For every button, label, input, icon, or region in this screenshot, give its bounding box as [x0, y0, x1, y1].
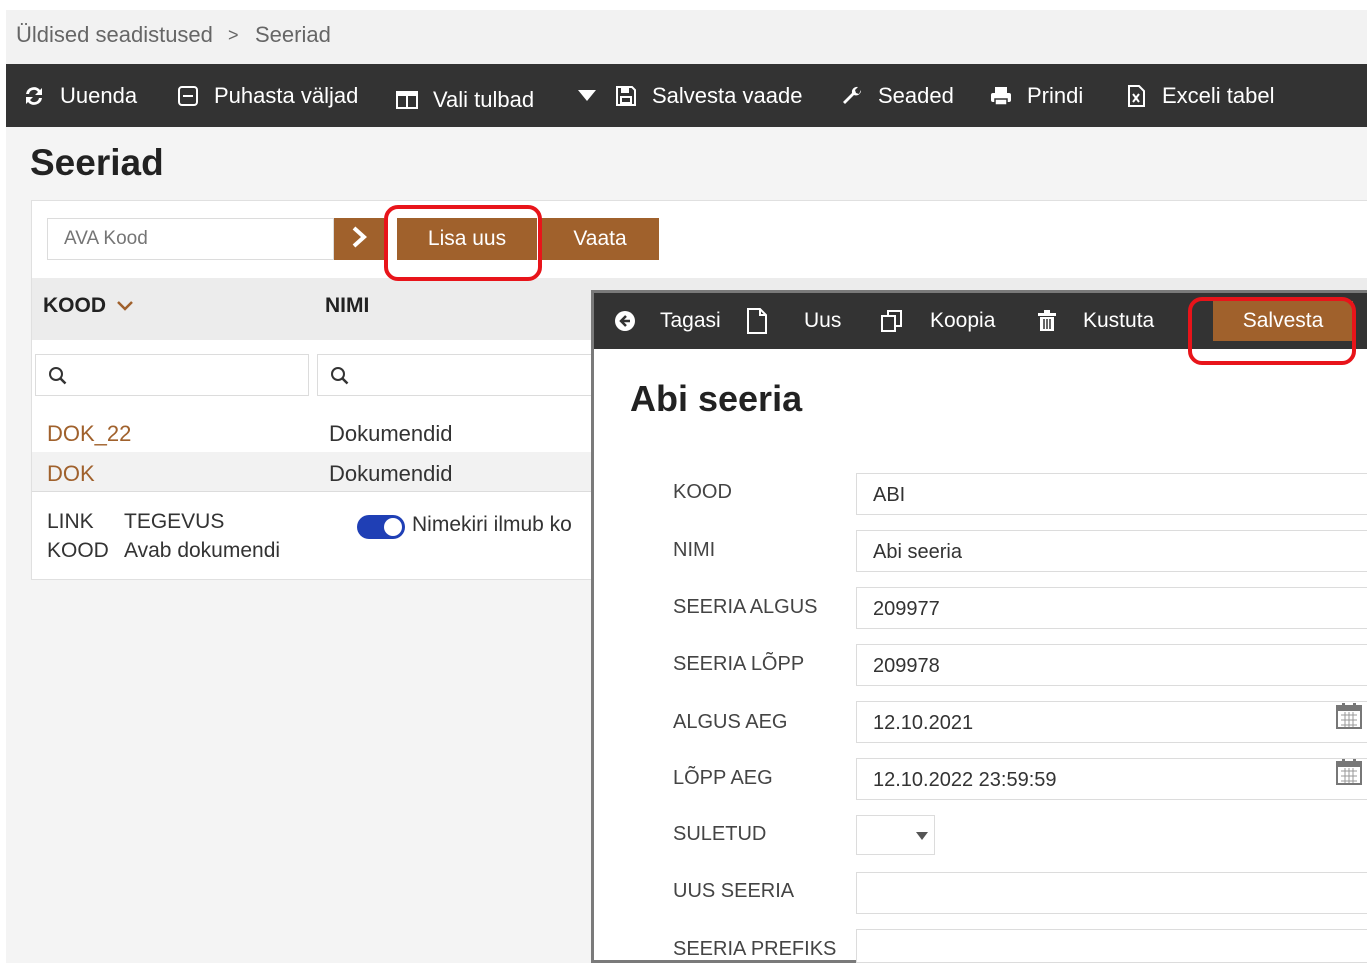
- arrow-left-circle-icon: [615, 311, 635, 331]
- field-label-closed: SULETUD: [673, 823, 767, 845]
- column-header-code[interactable]: KOOD: [43, 294, 134, 318]
- print-button[interactable]: Prindi: [989, 64, 1083, 127]
- excel-export-label: Exceli tabel: [1162, 82, 1275, 108]
- page-title: Seeriad: [30, 142, 164, 183]
- new-file-icon: [747, 308, 767, 334]
- toggle-knob: [384, 518, 402, 536]
- copy-button[interactable]: Koopia: [880, 293, 995, 349]
- legend-code-label: KOOD: [47, 539, 109, 562]
- chevron-down-icon: [116, 301, 133, 311]
- nimi-input[interactable]: Abi seeria: [856, 530, 1367, 572]
- delete-label: Kustuta: [1083, 309, 1155, 332]
- ava-code-input[interactable]: [47, 218, 334, 260]
- row-name: Dokumendid: [329, 461, 453, 486]
- new-button[interactable]: Uus: [746, 293, 841, 349]
- kood-input[interactable]: ABI: [856, 473, 1367, 515]
- list-toggle-switch[interactable]: [357, 515, 405, 539]
- breadcrumb-current: Seeriad: [255, 22, 331, 47]
- refresh-label: Uuenda: [60, 82, 138, 108]
- delete-button[interactable]: Kustuta: [1037, 293, 1154, 349]
- legend-action-label: TEGEVUS: [124, 510, 225, 533]
- row-code-link[interactable]: DOK: [47, 461, 95, 487]
- choose-columns-button[interactable]: Vali tulbad: [395, 64, 534, 127]
- series-prefix-input[interactable]: [856, 929, 1367, 963]
- field-label-series-start: SEERIA ALGUS: [673, 596, 818, 618]
- toggle-label: Nimekiri ilmub ko: [412, 513, 572, 536]
- series-end-input[interactable]: 209978: [856, 644, 1367, 686]
- code-filter-input[interactable]: [35, 354, 309, 396]
- breadcrumb: Üldised seadistused > Seeriad: [6, 10, 1367, 64]
- back-label: Tagasi: [660, 309, 721, 332]
- columns-icon: [396, 90, 418, 109]
- column-header-name[interactable]: NIMI: [325, 294, 369, 318]
- ava-go-button[interactable]: [334, 218, 384, 260]
- breadcrumb-separator: >: [228, 25, 239, 45]
- field-label-nimi: NIMI: [673, 539, 716, 561]
- end-time-input[interactable]: 12.10.2022 23:59:59: [856, 758, 1367, 800]
- caret-down-icon: [578, 89, 596, 101]
- start-time-input[interactable]: 12.10.2021: [856, 701, 1367, 743]
- refresh-icon: [26, 86, 42, 105]
- choose-columns-label: Vali tulbad: [433, 86, 535, 112]
- legend-opens-label: Avab dokumendi: [124, 539, 281, 562]
- field-label-new-series: UUS SEERIA: [673, 880, 795, 902]
- new-label: Uus: [804, 309, 842, 332]
- field-label-series-prefix: SEERIA PREFIKS: [673, 938, 837, 960]
- closed-select[interactable]: [856, 815, 935, 855]
- main-toolbar: Uuenda Puhasta väljad Vali tulbad Salves…: [6, 64, 1367, 127]
- field-label-series-end: SEERIA LÕPP: [673, 653, 805, 675]
- print-label: Prindi: [1027, 82, 1084, 108]
- series-start-input[interactable]: 209977: [856, 587, 1367, 629]
- clear-form-icon: [178, 85, 198, 106]
- highlight-save: [1188, 297, 1356, 365]
- field-label-end-time: LÕPP AEG: [673, 767, 773, 789]
- search-icon: [49, 367, 67, 385]
- row-name: Dokumendid: [329, 421, 453, 446]
- wrench-icon: [843, 86, 862, 104]
- new-series-input[interactable]: [856, 872, 1367, 914]
- excel-file-icon: [1128, 84, 1145, 107]
- name-filter-input[interactable]: [317, 354, 607, 396]
- caret-down-icon: [916, 832, 928, 840]
- save-view-label: Salvesta vaade: [652, 82, 803, 108]
- refresh-button[interactable]: Uuenda: [22, 64, 137, 127]
- form-title: Abi seeria: [630, 378, 803, 419]
- row-code-link[interactable]: DOK_22: [47, 421, 131, 447]
- calendar-icon[interactable]: [1336, 758, 1362, 786]
- clear-fields-button[interactable]: Puhasta väljad: [176, 64, 358, 127]
- field-label-kood: KOOD: [673, 481, 732, 503]
- excel-export-button[interactable]: Exceli tabel: [1124, 64, 1275, 127]
- highlight-add-new: [384, 205, 542, 281]
- copy-icon: [881, 310, 902, 332]
- column-header-code-label: KOOD: [43, 294, 106, 317]
- clear-fields-label: Puhasta väljad: [214, 82, 359, 108]
- legend-link-label: LINK: [47, 510, 94, 533]
- settings-label: Seaded: [878, 82, 954, 108]
- search-icon: [331, 367, 349, 385]
- breadcrumb-parent-link[interactable]: Üldised seadistused: [16, 22, 213, 48]
- views-dropdown-button[interactable]: Salvesta vaade: [578, 64, 802, 127]
- view-button[interactable]: Vaata: [541, 218, 659, 260]
- trash-icon: [1038, 310, 1056, 331]
- back-button[interactable]: Tagasi: [614, 293, 721, 349]
- printer-icon: [991, 86, 1011, 106]
- settings-button[interactable]: Seaded: [840, 64, 954, 127]
- chevron-right-icon: [352, 226, 367, 248]
- field-label-start-time: ALGUS AEG: [673, 711, 788, 733]
- copy-label: Koopia: [930, 309, 996, 332]
- calendar-icon[interactable]: [1336, 702, 1362, 730]
- save-icon: [616, 85, 636, 106]
